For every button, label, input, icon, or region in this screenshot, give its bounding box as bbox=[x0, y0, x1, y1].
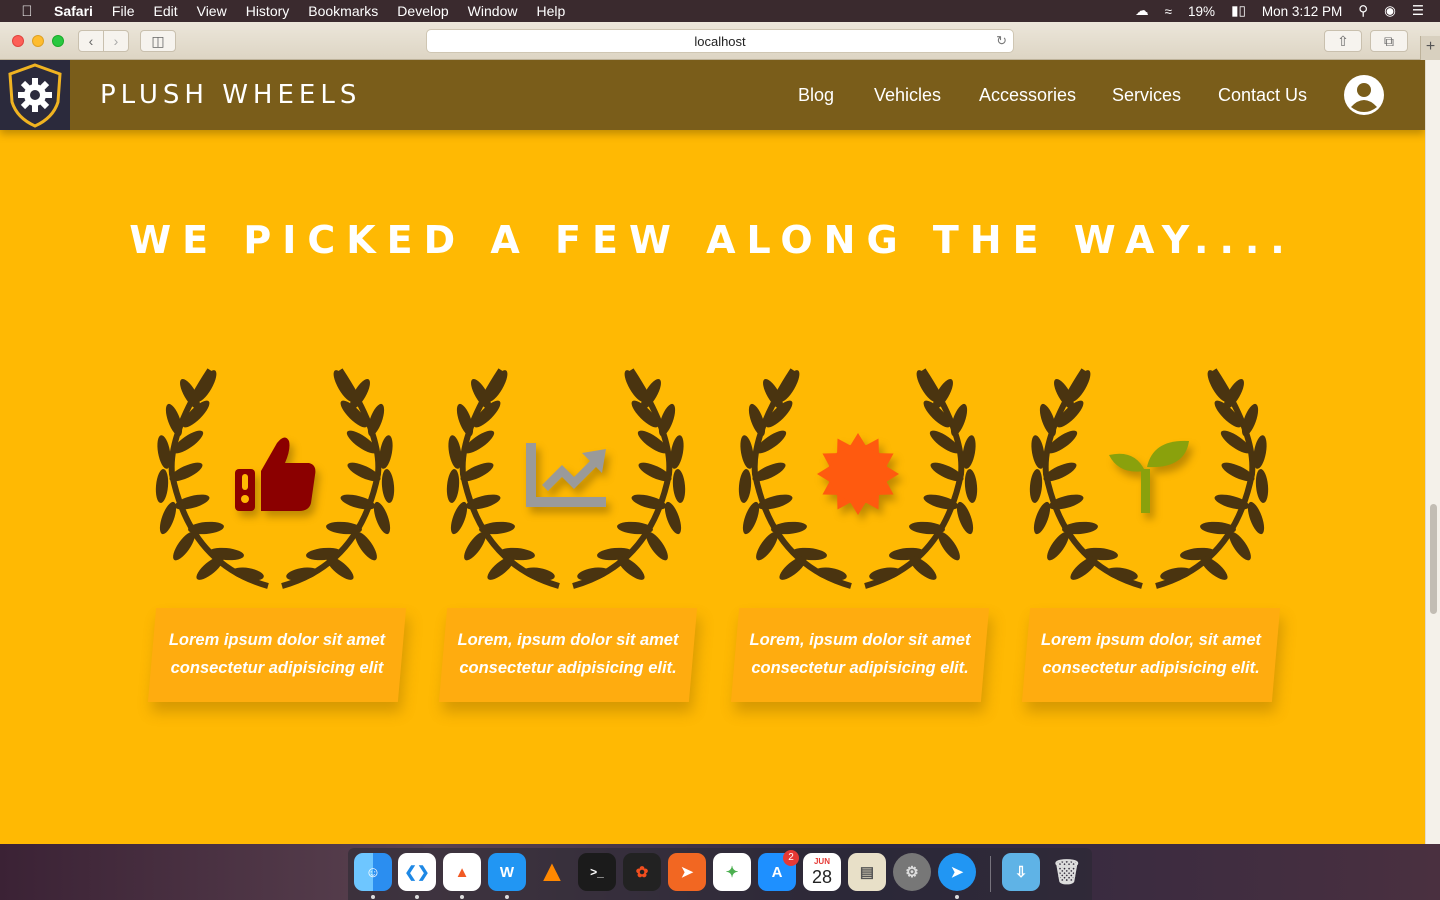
back-button[interactable]: ‹ bbox=[78, 30, 104, 52]
sidebar-icon: ◫ bbox=[151, 32, 165, 49]
award-item bbox=[150, 364, 400, 594]
finder-icon[interactable]: ☺ bbox=[354, 853, 392, 891]
page-scrollbar[interactable] bbox=[1425, 60, 1440, 844]
running-indicator bbox=[505, 895, 509, 899]
menu-bookmarks[interactable]: Bookmarks bbox=[308, 3, 378, 19]
chevron-left-icon: ‹ bbox=[88, 33, 94, 49]
thumbs-up-icon bbox=[235, 437, 316, 511]
url-text: localhost bbox=[694, 33, 746, 49]
menu-edit[interactable]: Edit bbox=[153, 3, 177, 19]
scrollbar-thumb[interactable] bbox=[1430, 504, 1437, 614]
menu-app-name[interactable]: Safari bbox=[54, 3, 93, 19]
award-card-text: Lorem ipsum dolor, sit amet consectetur … bbox=[1040, 631, 1262, 677]
mongodb-compass-icon[interactable]: ✦ bbox=[713, 853, 751, 891]
nav-link-vehicles[interactable]: Vehicles bbox=[874, 85, 941, 106]
show-tabs-button[interactable]: ⧉ bbox=[1370, 30, 1408, 52]
menu-file[interactable]: File bbox=[112, 3, 135, 19]
page-viewport: PLUSH WHEELS Blog Vehicles Accessories S… bbox=[0, 60, 1425, 844]
menu-develop[interactable]: Develop bbox=[397, 3, 448, 19]
clock[interactable]: Mon 3:12 PM bbox=[1262, 4, 1342, 19]
terminal-icon[interactable]: >_ bbox=[578, 853, 616, 891]
reload-icon[interactable]: ↻ bbox=[996, 33, 1007, 49]
menu-history[interactable]: History bbox=[246, 3, 290, 19]
macos-dock: ☺ ❮❯ ▲ W ▲ >_ ✿ ➤ ✦ A 2 JUN 28 ▤ ⚙ ➤ ⇩ 🗑 bbox=[348, 848, 1092, 900]
nav-link-accessories[interactable]: Accessories bbox=[979, 85, 1076, 106]
nav-link-contact-us[interactable]: Contact Us bbox=[1218, 85, 1307, 106]
downloads-folder-icon[interactable]: ⇩ bbox=[1002, 853, 1040, 891]
battery-icon[interactable]: ▮▯ bbox=[1231, 3, 1246, 19]
share-button[interactable]: ⇧ bbox=[1324, 30, 1362, 52]
site-logo[interactable] bbox=[0, 60, 70, 130]
spotlight-search-icon[interactable]: ⚲ bbox=[1358, 3, 1368, 19]
nav-link-blog[interactable]: Blog bbox=[798, 85, 834, 106]
safari-icon[interactable]: ➤ bbox=[938, 853, 976, 891]
zoom-window-button[interactable] bbox=[52, 35, 64, 47]
running-indicator bbox=[460, 895, 464, 899]
award-card-text: Lorem ipsum dolor sit amet consectetur a… bbox=[168, 631, 386, 677]
award-item bbox=[1024, 364, 1274, 594]
award-card-text: Lorem, ipsum dolor sit amet consectetur … bbox=[749, 631, 971, 677]
vlc-icon[interactable]: ▲ bbox=[533, 853, 571, 891]
dock-separator bbox=[990, 856, 991, 892]
award-card-text: Lorem, ipsum dolor sit amet consectetur … bbox=[457, 631, 679, 677]
running-indicator bbox=[371, 895, 375, 899]
postman-icon[interactable]: ➤ bbox=[668, 853, 706, 891]
forward-button[interactable]: › bbox=[103, 30, 129, 52]
user-avatar-icon[interactable] bbox=[1344, 75, 1384, 115]
nav-link-services[interactable]: Services bbox=[1112, 85, 1181, 106]
wifi-icon[interactable]: ≈ bbox=[1165, 4, 1172, 19]
macos-menu-bar:  Safari File Edit View History Bookmark… bbox=[0, 0, 1440, 22]
minimize-window-button[interactable] bbox=[32, 35, 44, 47]
section-heading: WE PICKED A FEW ALONG THE WAY.... bbox=[129, 218, 1296, 262]
sprout-icon bbox=[1109, 440, 1189, 513]
chevron-right-icon: › bbox=[113, 33, 119, 49]
trash-icon[interactable]: 🗑 bbox=[1048, 853, 1086, 891]
cloud-icon[interactable]: ☁ bbox=[1135, 3, 1149, 19]
vscode-icon[interactable]: ❮❯ bbox=[398, 853, 436, 891]
new-tab-button[interactable]: + bbox=[1420, 36, 1440, 60]
close-window-button[interactable] bbox=[12, 35, 24, 47]
menu-view[interactable]: View bbox=[197, 3, 227, 19]
brand-name[interactable]: PLUSH WHEELS bbox=[100, 80, 361, 110]
battery-percent[interactable]: 19% bbox=[1188, 4, 1215, 19]
siri-icon[interactable]: ◉ bbox=[1384, 3, 1396, 19]
gear-shield-icon bbox=[8, 63, 62, 128]
tabs-icon: ⧉ bbox=[1384, 32, 1394, 49]
notes-icon[interactable]: ▤ bbox=[848, 853, 886, 891]
menu-help[interactable]: Help bbox=[536, 3, 565, 19]
award-item bbox=[441, 364, 691, 594]
running-indicator bbox=[415, 895, 419, 899]
address-bar[interactable]: localhost ↻ bbox=[426, 29, 1014, 53]
system-preferences-icon[interactable]: ⚙ bbox=[893, 853, 931, 891]
apple-menu-icon[interactable]:  bbox=[0, 3, 54, 20]
chart-trend-icon bbox=[526, 443, 606, 507]
badge-seal-icon bbox=[817, 433, 899, 515]
safari-toolbar: ‹ › ◫ localhost ↻ ⇧ ⧉ + bbox=[0, 22, 1440, 60]
menu-window[interactable]: Window bbox=[468, 3, 518, 19]
figma-icon[interactable]: ✿ bbox=[623, 853, 661, 891]
brave-browser-icon[interactable]: ▲ bbox=[443, 853, 481, 891]
calendar-icon[interactable]: JUN 28 bbox=[803, 853, 841, 891]
running-indicator bbox=[955, 895, 959, 899]
notification-center-icon[interactable]: ☰ bbox=[1412, 3, 1424, 19]
notification-badge: 2 bbox=[783, 850, 799, 866]
award-item bbox=[733, 364, 983, 594]
sidebar-toggle-button[interactable]: ◫ bbox=[140, 30, 176, 52]
site-navbar: PLUSH WHEELS Blog Vehicles Accessories S… bbox=[0, 60, 1425, 130]
share-icon: ⇧ bbox=[1337, 32, 1349, 49]
word-app-icon[interactable]: W bbox=[488, 853, 526, 891]
